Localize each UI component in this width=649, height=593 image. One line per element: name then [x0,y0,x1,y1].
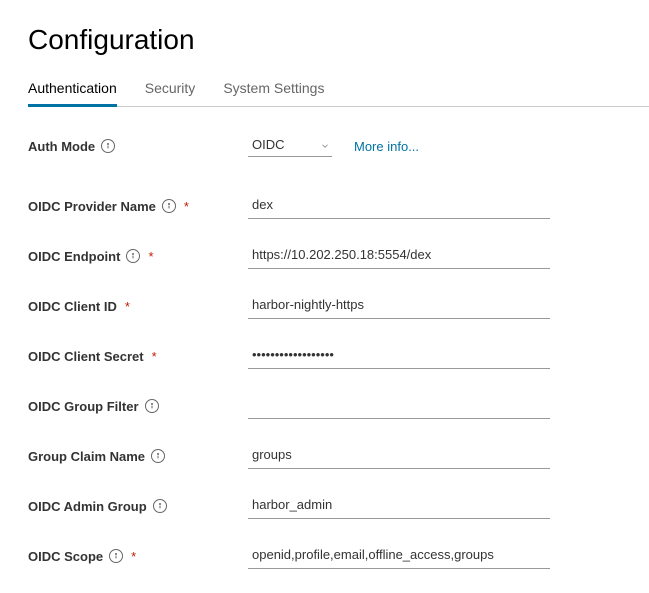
client-secret-input[interactable] [248,343,550,369]
row-endpoint: OIDC Endpoint * [28,243,649,269]
auth-form: Auth Mode OIDC More info... OIDC Provide… [28,135,649,569]
label-text: OIDC Scope [28,549,103,564]
label-text: Auth Mode [28,139,95,154]
row-group-filter: OIDC Group Filter [28,393,649,419]
required-mark: * [184,199,189,214]
label-text: OIDC Endpoint [28,249,120,264]
tab-system-settings[interactable]: System Settings [223,74,324,106]
label-auth-mode: Auth Mode [28,139,248,154]
provider-name-input[interactable] [248,193,550,219]
group-filter-input[interactable] [248,393,550,419]
auth-mode-select[interactable]: OIDC [248,135,332,157]
info-icon[interactable] [162,199,176,213]
label-group-claim: Group Claim Name [28,449,248,464]
tabs: Authentication Security System Settings [28,74,649,107]
info-icon[interactable] [151,449,165,463]
row-auth-mode: Auth Mode OIDC More info... [28,135,649,157]
admin-group-input[interactable] [248,493,550,519]
label-client-id: OIDC Client ID * [28,299,248,314]
group-claim-input[interactable] [248,443,550,469]
required-mark: * [125,299,130,314]
endpoint-input[interactable] [248,243,550,269]
label-admin-group: OIDC Admin Group [28,499,248,514]
info-icon[interactable] [109,549,123,563]
row-provider-name: OIDC Provider Name * [28,193,649,219]
label-group-filter: OIDC Group Filter [28,399,248,414]
label-text: OIDC Provider Name [28,199,156,214]
row-group-claim: Group Claim Name [28,443,649,469]
required-mark: * [152,349,157,364]
label-client-secret: OIDC Client Secret * [28,349,248,364]
row-client-secret: OIDC Client Secret * [28,343,649,369]
info-icon[interactable] [145,399,159,413]
row-client-id: OIDC Client ID * [28,293,649,319]
required-mark: * [148,249,153,264]
tab-security[interactable]: Security [145,74,196,106]
label-text: OIDC Admin Group [28,499,147,514]
page-title: Configuration [28,24,649,56]
row-scope: OIDC Scope * [28,543,649,569]
label-text: OIDC Client Secret [28,349,144,364]
chevron-down-icon [320,139,330,149]
label-text: OIDC Group Filter [28,399,139,414]
info-icon[interactable] [101,139,115,153]
label-scope: OIDC Scope * [28,549,248,564]
scope-input[interactable] [248,543,550,569]
required-mark: * [131,549,136,564]
label-provider-name: OIDC Provider Name * [28,199,248,214]
client-id-input[interactable] [248,293,550,319]
info-icon[interactable] [126,249,140,263]
label-text: Group Claim Name [28,449,145,464]
label-text: OIDC Client ID [28,299,117,314]
label-endpoint: OIDC Endpoint * [28,249,248,264]
row-admin-group: OIDC Admin Group [28,493,649,519]
more-info-link[interactable]: More info... [354,139,419,154]
select-value: OIDC [252,137,285,152]
tab-authentication[interactable]: Authentication [28,74,117,106]
info-icon[interactable] [153,499,167,513]
